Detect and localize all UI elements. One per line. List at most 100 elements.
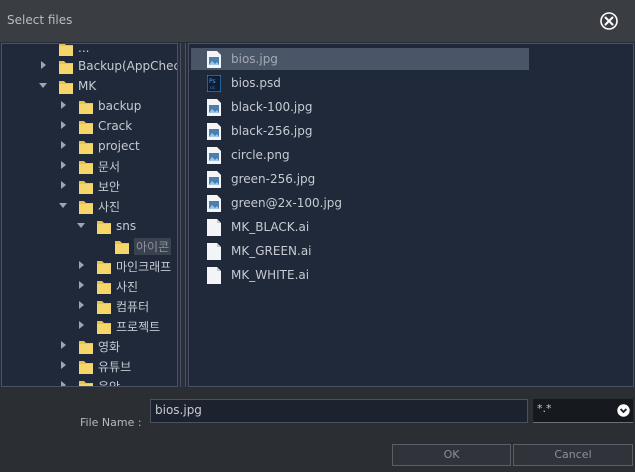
file-row[interactable]: Ps CS bios.psd — [191, 72, 529, 94]
tree-item[interactable]: 문서 — [58, 156, 120, 176]
pane-splitter[interactable] — [180, 43, 186, 387]
close-circle-icon — [600, 12, 618, 30]
image-file-icon — [207, 122, 221, 140]
folder-icon — [58, 44, 74, 57]
file-name: MK_BLACK.ai — [231, 220, 310, 234]
collapse-arrow-icon[interactable] — [58, 180, 70, 192]
file-row[interactable]: black-100.jpg — [191, 96, 529, 118]
tree-item[interactable]: 아이콘 — [94, 236, 172, 256]
file-list[interactable]: bios.jpg Ps CS bios.psd black-100.jpg black-2… — [188, 43, 634, 387]
file-name: MK_WHITE.ai — [231, 268, 310, 282]
tree-item[interactable]: 유튜브 — [58, 356, 131, 376]
tree-item-label: MK — [78, 79, 97, 93]
file-row[interactable]: bios.jpg — [191, 48, 529, 70]
folder-icon — [78, 158, 94, 175]
tree-item[interactable]: 프로젝트 — [76, 316, 160, 336]
collapse-arrow-icon[interactable] — [76, 280, 88, 292]
file-row[interactable]: black-256.jpg — [191, 120, 529, 142]
tree-item-label: 보안 — [98, 179, 121, 194]
folder-icon — [96, 278, 112, 295]
chevron-down-icon — [617, 404, 630, 417]
file-type-filter-value: *.* — [537, 402, 552, 415]
tree-item[interactable]: 사진 — [58, 196, 120, 216]
file-name: circle.png — [231, 148, 290, 162]
collapse-arrow-icon[interactable] — [58, 120, 70, 132]
tree-item[interactable]: 영화 — [58, 336, 120, 356]
collapse-arrow-icon[interactable] — [58, 100, 70, 112]
file-row[interactable]: MK_BLACK.ai — [191, 216, 529, 238]
image-file-icon — [207, 170, 221, 188]
blank-file-icon — [207, 242, 221, 260]
collapse-arrow-icon — [38, 44, 50, 54]
collapse-arrow-icon[interactable] — [58, 160, 70, 172]
collapse-arrow-icon[interactable] — [76, 320, 88, 332]
image-file-icon — [207, 98, 221, 116]
blank-file-icon — [207, 218, 221, 236]
collapse-arrow-icon[interactable] — [76, 260, 88, 272]
file-row[interactable]: green-256.jpg — [191, 168, 529, 190]
collapse-arrow-icon[interactable] — [38, 60, 50, 72]
file-name: green-256.jpg — [231, 172, 316, 186]
tree-item-label: ... — [78, 43, 90, 55]
tree-item-label: 사진 — [98, 199, 121, 214]
folder-icon — [78, 338, 94, 355]
expand-arrow-icon[interactable] — [58, 200, 70, 212]
tree-item-label: sns — [116, 219, 137, 233]
file-row[interactable]: green@2x-100.jpg — [191, 192, 529, 214]
expand-arrow-icon[interactable] — [38, 80, 50, 92]
file-row[interactable]: circle.png — [191, 144, 529, 166]
tree-item-label: 사진 — [116, 279, 139, 294]
tree-item[interactable]: Crack — [58, 116, 132, 136]
tree-item[interactable]: sns — [76, 216, 136, 236]
file-row[interactable]: MK_GREEN.ai — [191, 240, 529, 262]
tree-item[interactable]: MK — [38, 76, 96, 96]
folder-icon — [96, 298, 112, 315]
tree-item[interactable]: 음악 — [58, 376, 120, 386]
file-name: bios.jpg — [231, 52, 278, 66]
folder-icon — [114, 238, 130, 255]
expand-arrow-icon[interactable] — [76, 220, 88, 232]
folder-icon — [78, 178, 94, 195]
collapse-arrow-icon — [94, 240, 106, 252]
folder-icon — [96, 258, 112, 275]
file-name: green@2x-100.jpg — [231, 196, 343, 210]
tree-item[interactable]: 보안 — [58, 176, 120, 196]
tree-item-label: 아이콘 — [134, 237, 172, 255]
tree-item-label: backup — [98, 99, 142, 113]
svg-text:Ps: Ps — [209, 78, 216, 85]
collapse-arrow-icon[interactable] — [58, 360, 70, 372]
image-file-icon — [207, 146, 221, 164]
folder-icon — [78, 118, 94, 135]
folder-icon — [78, 378, 94, 386]
tree-item-label: 컴퓨터 — [116, 299, 150, 314]
file-row[interactable]: MK_WHITE.ai — [191, 264, 529, 286]
tree-item[interactable]: project — [58, 136, 140, 156]
collapse-arrow-icon[interactable] — [58, 380, 70, 386]
folder-icon — [78, 98, 94, 115]
tree-item-label: Backup(AppCheck — [78, 59, 178, 73]
collapse-arrow-icon[interactable] — [58, 340, 70, 352]
tree-item-label: 영화 — [98, 339, 121, 354]
collapse-arrow-icon[interactable] — [76, 300, 88, 312]
image-file-icon — [207, 50, 221, 68]
ok-button[interactable]: OK — [392, 444, 511, 466]
file-type-filter[interactable]: *.* — [533, 399, 633, 423]
collapse-arrow-icon[interactable] — [58, 140, 70, 152]
folder-icon — [78, 358, 94, 375]
file-name-label: File Name : — [80, 416, 142, 429]
folder-tree[interactable]: ... Backup(AppCheck MK backup Crack project 문서… — [1, 43, 178, 387]
tree-item[interactable]: 컴퓨터 — [76, 296, 149, 316]
tree-item-label: 문서 — [98, 159, 121, 174]
folder-icon — [78, 198, 94, 215]
file-name: black-256.jpg — [231, 124, 313, 138]
tree-item[interactable]: Backup(AppCheck — [38, 56, 178, 76]
tree-item[interactable]: 사진 — [76, 276, 138, 296]
image-file-icon — [207, 194, 221, 212]
close-button[interactable] — [599, 11, 619, 31]
tree-item-label: 프로젝트 — [116, 319, 161, 334]
tree-item[interactable]: 마인크래프 — [76, 256, 171, 276]
tree-item-label: 마인크래프 — [116, 259, 172, 274]
tree-item[interactable]: backup — [58, 96, 141, 116]
file-name-input[interactable]: bios.jpg — [150, 399, 528, 423]
cancel-button[interactable]: Cancel — [513, 444, 633, 466]
